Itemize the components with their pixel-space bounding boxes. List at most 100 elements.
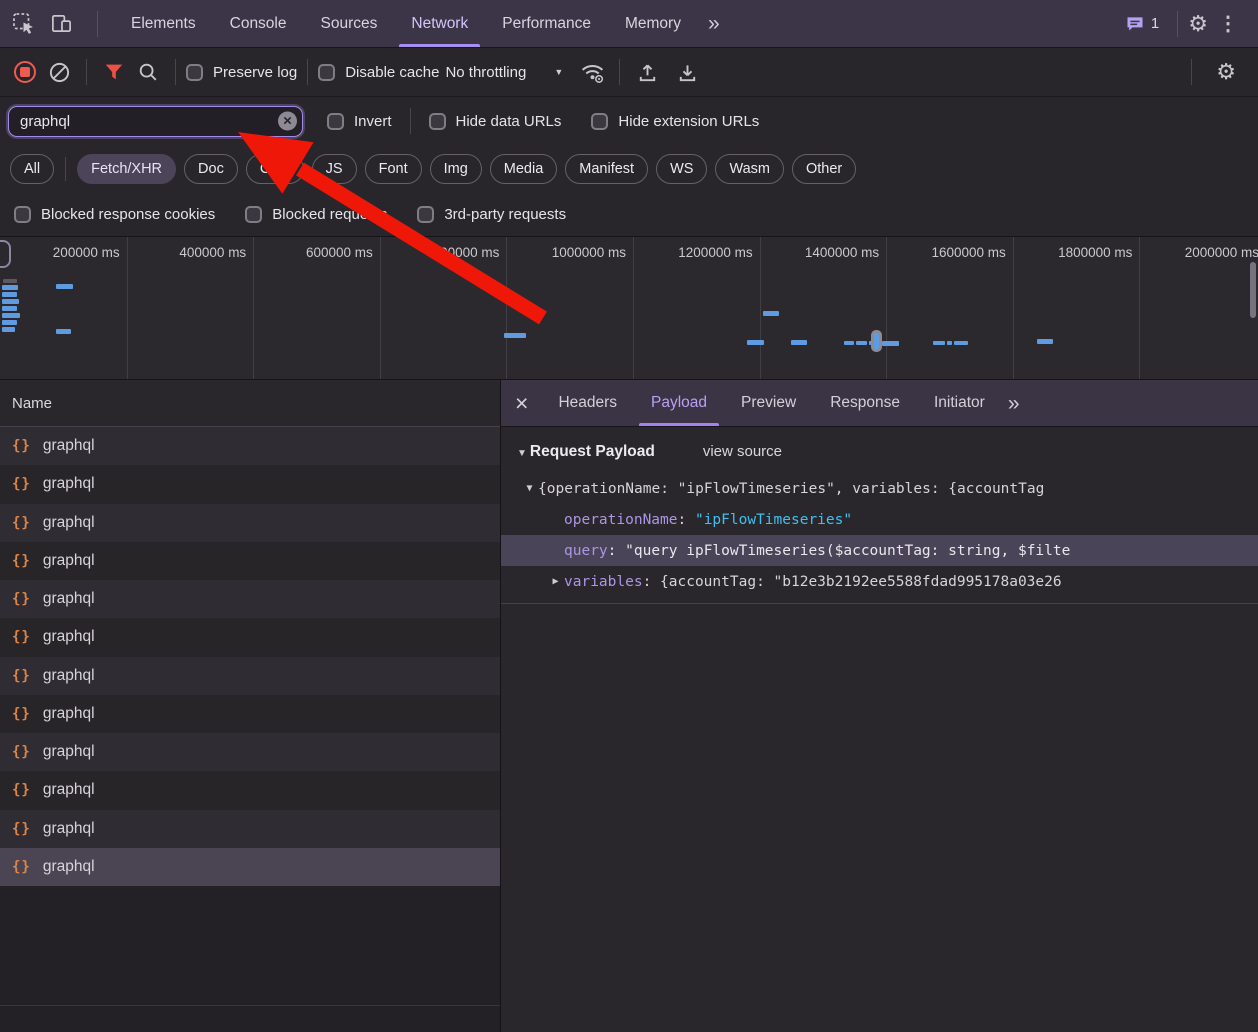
request-row[interactable]: {}graphql — [0, 427, 500, 465]
request-row[interactable]: {}graphql — [0, 618, 500, 656]
more-tabs-icon[interactable]: » — [698, 13, 730, 34]
import-har-icon[interactable] — [630, 55, 664, 89]
filter-input[interactable] — [8, 106, 303, 137]
waterfall-bar — [747, 340, 764, 345]
3rd-party-requests-checkbox[interactable]: 3rd-party requests — [417, 206, 566, 223]
network-conditions-icon[interactable] — [575, 55, 609, 89]
device-toolbar-icon[interactable] — [50, 12, 73, 35]
chip-manifest[interactable]: Manifest — [565, 154, 648, 184]
chip-img[interactable]: Img — [430, 154, 482, 184]
payload-row[interactable]: query: "query ipFlowTimeseries($accountT… — [501, 535, 1258, 566]
settings-gear-icon[interactable]: ⚙ — [1188, 13, 1208, 35]
request-row[interactable]: {}graphql — [0, 771, 500, 809]
network-overview-timeline[interactable]: 200000 ms400000 ms600000 ms800000 ms1000… — [0, 237, 1258, 380]
filter-bar: × Invert Hide data URLs Hide extension U… — [0, 97, 1258, 145]
export-har-icon[interactable] — [670, 55, 704, 89]
close-details-icon[interactable]: × — [501, 392, 541, 415]
hide-extension-urls-checkbox[interactable]: Hide extension URLs — [591, 113, 759, 130]
payload-row[interactable]: ▼{operationName: "ipFlowTimeseries", var… — [501, 473, 1258, 504]
chip-css[interactable]: CSS — [246, 154, 304, 184]
timeline-tick-label: 1600000 ms — [916, 245, 1006, 260]
chip-font[interactable]: Font — [365, 154, 422, 184]
details-tab-payload[interactable]: Payload — [634, 380, 724, 426]
inspect-element-icon[interactable] — [12, 12, 36, 36]
name-column-header[interactable]: Name — [0, 380, 500, 427]
blocked-requests-checkbox[interactable]: Blocked requests — [245, 206, 387, 223]
tab-elements[interactable]: Elements — [114, 0, 213, 47]
json-request-icon: {} — [12, 744, 31, 760]
chevron-down-icon: ▼ — [554, 67, 563, 77]
waterfall-bar — [1250, 262, 1256, 318]
waterfall-bar — [56, 284, 73, 289]
tab-console[interactable]: Console — [213, 0, 304, 47]
record-network-log-button[interactable] — [8, 55, 42, 89]
invert-checkbox[interactable]: Invert — [327, 113, 392, 130]
request-row[interactable]: {}graphql — [0, 733, 500, 771]
timeline-tick-label: 2000000 ms — [1169, 245, 1258, 260]
chip-ws[interactable]: WS — [656, 154, 707, 184]
details-tab-initiator[interactable]: Initiator — [917, 380, 1002, 426]
tree-triangle-icon[interactable]: ▶ — [547, 576, 564, 587]
kebab-menu-icon[interactable]: ⋮ — [1208, 11, 1248, 36]
request-row[interactable]: {}graphql — [0, 580, 500, 618]
waterfall-bar — [504, 333, 526, 338]
timeline-gridline — [127, 237, 128, 379]
network-settings-gear-icon[interactable]: ⚙ — [1202, 61, 1250, 83]
checkbox — [14, 206, 31, 223]
chip-all[interactable]: All — [10, 154, 54, 184]
request-name: graphql — [43, 858, 95, 876]
chip-media[interactable]: Media — [490, 154, 558, 184]
request-row[interactable]: {}graphql — [0, 542, 500, 580]
filter-funnel-icon[interactable] — [97, 55, 131, 89]
timeline-gridline — [760, 237, 761, 379]
chip-doc[interactable]: Doc — [184, 154, 238, 184]
timeline-gridline — [1013, 237, 1014, 379]
blocked-response-cookies-checkbox[interactable]: Blocked response cookies — [14, 206, 215, 223]
waterfall-bar — [2, 320, 17, 325]
preserve-log-checkbox[interactable]: Preserve log — [186, 64, 297, 81]
clear-filter-icon[interactable]: × — [278, 112, 297, 131]
divider — [86, 59, 87, 85]
details-tab-preview[interactable]: Preview — [724, 380, 813, 426]
chip-other[interactable]: Other — [792, 154, 856, 184]
more-details-tabs-icon[interactable]: » — [1002, 393, 1026, 414]
tab-memory[interactable]: Memory — [608, 0, 698, 47]
payload-text: {operationName: "ipFlowTimeseries", vari… — [538, 481, 1044, 497]
timeline-gridline — [633, 237, 634, 379]
tab-performance[interactable]: Performance — [485, 0, 608, 47]
timeline-tick-label: 1800000 ms — [1042, 245, 1132, 260]
search-icon[interactable] — [131, 55, 165, 89]
request-row[interactable]: {}graphql — [0, 848, 500, 886]
tab-sources[interactable]: Sources — [304, 0, 395, 47]
request-row[interactable]: {}graphql — [0, 504, 500, 542]
issues-count: 1 — [1151, 15, 1159, 32]
details-tab-response[interactable]: Response — [813, 380, 917, 426]
json-request-icon: {} — [12, 821, 31, 837]
timeline-gridline — [380, 237, 381, 379]
chip-wasm[interactable]: Wasm — [715, 154, 784, 184]
payload-row[interactable]: ▶variables: {accountTag: "b12e3b2192ee55… — [501, 566, 1258, 597]
checkbox — [327, 113, 344, 130]
throttling-dropdown[interactable]: No throttling ▼ — [445, 64, 563, 81]
chip-fetch-xhr[interactable]: Fetch/XHR — [77, 154, 176, 184]
details-tab-headers[interactable]: Headers — [541, 380, 634, 426]
divider — [175, 59, 176, 85]
request-row[interactable]: {}graphql — [0, 695, 500, 733]
collapse-triangle-icon[interactable]: ▼ — [517, 448, 527, 459]
clear-network-log-icon[interactable] — [42, 55, 76, 89]
request-row[interactable]: {}graphql — [0, 657, 500, 695]
payload-text: : {accountTag: "b12e3b2192ee5588fdad9951… — [643, 574, 1062, 590]
issues-counter[interactable]: 1 — [1117, 14, 1167, 34]
disable-cache-checkbox[interactable]: Disable cache — [318, 64, 439, 81]
view-source-link[interactable]: view source — [703, 443, 782, 460]
overview-left-handle[interactable] — [0, 240, 11, 268]
tree-triangle-icon[interactable]: ▼ — [521, 483, 538, 494]
request-row[interactable]: {}graphql — [0, 810, 500, 848]
tab-network[interactable]: Network — [394, 0, 485, 47]
payload-text: : — [608, 543, 625, 559]
payload-row[interactable]: operationName: "ipFlowTimeseries" — [501, 504, 1258, 535]
chip-js[interactable]: JS — [312, 154, 357, 184]
request-row[interactable]: {}graphql — [0, 465, 500, 503]
divider — [65, 157, 66, 181]
hide-data-urls-checkbox[interactable]: Hide data URLs — [429, 113, 562, 130]
